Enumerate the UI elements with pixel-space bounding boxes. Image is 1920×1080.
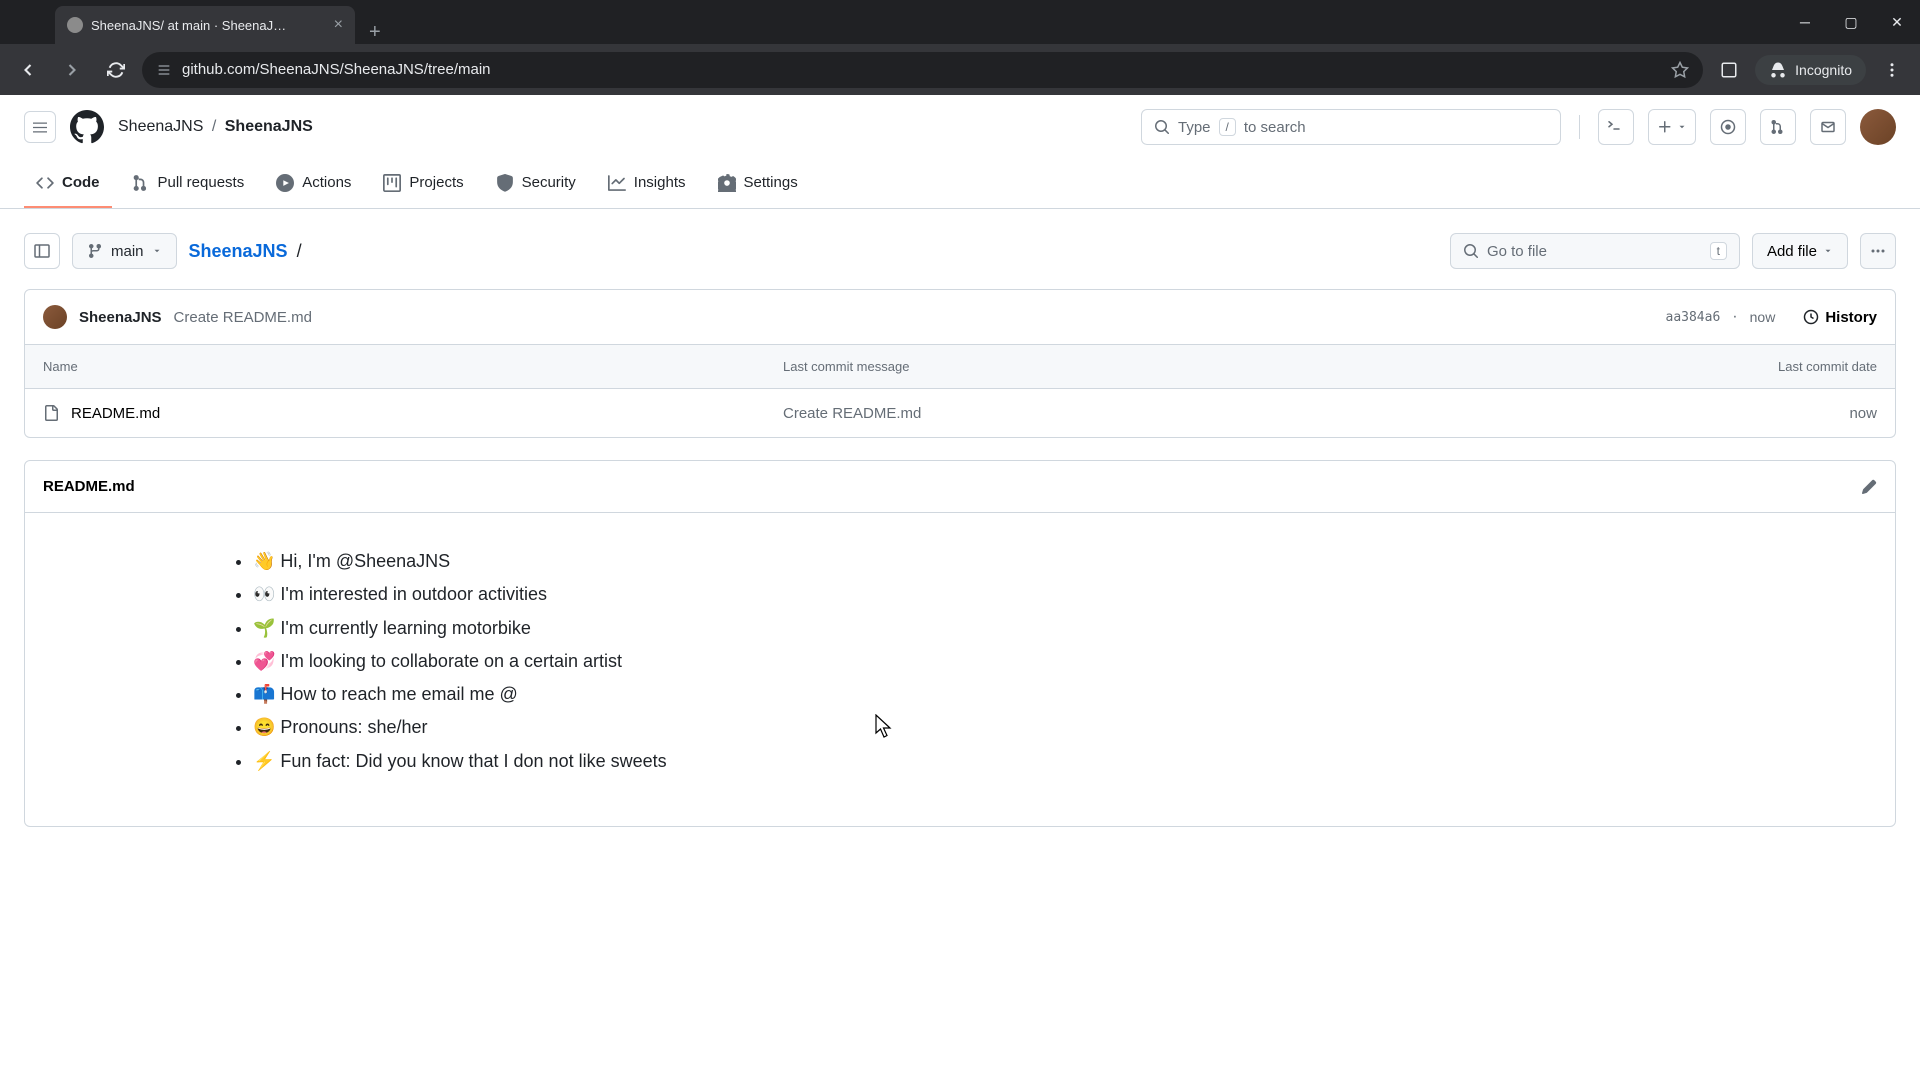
chevron-down-icon [1823,246,1833,256]
readme-list-item: 👀 I'm interested in outdoor activities [253,578,1847,611]
commit-author-avatar[interactable] [43,305,67,329]
branch-selector[interactable]: main [72,233,177,269]
readme-list-item: 💞️ I'm looking to collaborate on a certa… [253,645,1847,678]
tab-title: SheenaJNS/ at main · SheenaJ… [91,18,326,33]
goto-file-input[interactable]: Go to file t [1450,233,1740,269]
repo-path: SheenaJNS / [189,241,306,262]
add-dropdown-button[interactable] [1648,109,1696,145]
search-icon [1463,243,1479,259]
more-options-button[interactable] [1860,233,1896,269]
col-msg-header: Last commit message [783,359,1677,374]
sidebar-toggle-button[interactable] [24,233,60,269]
url-text: github.com/SheenaJNS/SheenaJNS/tree/main [182,61,1661,78]
file-commit-msg-link[interactable]: Create README.md [783,405,1677,422]
commit-sha[interactable]: aa384a6 [1666,310,1721,325]
tab-actions[interactable]: Actions [264,160,363,208]
commit-author-link[interactable]: SheenaJNS [79,309,162,326]
readme-list-item: 👋 Hi, I'm @SheenaJNS [253,545,1847,578]
breadcrumb-repo[interactable]: SheenaJNS [225,118,313,135]
repo-content: main SheenaJNS / Go to file t Add file [0,209,1920,851]
breadcrumb: SheenaJNS / SheenaJNS [118,118,313,136]
github-header: SheenaJNS / SheenaJNS Type / to search [0,95,1920,159]
incognito-badge[interactable]: Incognito [1755,55,1866,85]
file-table-header: Name Last commit message Last commit dat… [25,345,1895,389]
extensions-button[interactable] [1711,52,1747,88]
window-minimize-button[interactable]: ─ [1782,0,1828,44]
readme-list-item: 😄 Pronouns: she/her [253,711,1847,744]
file-row[interactable]: README.md Create README.md now [25,389,1895,437]
add-file-button[interactable]: Add file [1752,233,1848,269]
readme-panel: README.md 👋 Hi, I'm @SheenaJNS👀 I'm inte… [24,460,1896,827]
repo-path-link[interactable]: SheenaJNS [189,241,288,261]
browser-tab[interactable]: SheenaJNS/ at main · SheenaJ… × [55,6,355,44]
file-table: Name Last commit message Last commit dat… [24,345,1896,438]
search-input[interactable]: Type / to search [1141,109,1561,145]
file-commit-date: now [1677,405,1877,422]
readme-list-item: 📫 How to reach me email me @ [253,678,1847,711]
search-placeholder-pre: Type [1178,119,1211,136]
tab-security[interactable]: Security [484,160,588,208]
commit-message-link[interactable]: Create README.md [174,309,312,326]
address-bar: github.com/SheenaJNS/SheenaJNS/tree/main… [0,44,1920,95]
git-branch-icon [87,243,103,259]
readme-body: 👋 Hi, I'm @SheenaJNS👀 I'm interested in … [25,513,1895,826]
window-close-button[interactable]: ✕ [1874,0,1920,44]
tab-pull-requests[interactable]: Pull requests [120,160,257,208]
tab-insights[interactable]: Insights [596,160,698,208]
new-tab-button[interactable]: + [355,21,395,44]
browser-chrome: SheenaJNS/ at main · SheenaJ… × + ─ ▢ ✕ … [0,0,1920,95]
nav-back-button[interactable] [10,52,46,88]
search-icon [1154,119,1170,135]
col-name-header: Name [43,359,783,374]
tab-close-icon[interactable]: × [334,16,343,34]
col-date-header: Last commit date [1677,359,1877,374]
site-settings-icon[interactable] [156,62,172,78]
readme-list-item: 🌱 I'm currently learning motorbike [253,612,1847,645]
github-logo-icon[interactable] [70,110,104,144]
pull-requests-button[interactable] [1760,109,1796,145]
readme-header: README.md [25,461,1895,513]
url-bar[interactable]: github.com/SheenaJNS/SheenaJNS/tree/main [142,52,1703,88]
latest-commit-bar: SheenaJNS Create README.md aa384a6 · now… [24,289,1896,345]
edit-readme-button[interactable] [1861,479,1877,495]
search-placeholder-post: to search [1244,119,1306,136]
commit-time: now [1750,309,1776,325]
chevron-down-icon [152,246,162,256]
bookmark-star-icon[interactable] [1671,61,1689,79]
hamburger-button[interactable] [24,111,56,143]
tab-settings[interactable]: Settings [706,160,810,208]
window-maximize-button[interactable]: ▢ [1828,0,1874,44]
pencil-icon [1861,479,1877,495]
incognito-label: Incognito [1795,62,1852,78]
user-avatar[interactable] [1860,109,1896,145]
command-palette-button[interactable] [1598,109,1634,145]
tab-bar: SheenaJNS/ at main · SheenaJ… × + ─ ▢ ✕ [0,0,1920,44]
readme-list-item: ⚡ Fun fact: Did you know that I don not … [253,745,1847,778]
notifications-button[interactable] [1810,109,1846,145]
file-icon [43,405,59,421]
tab-code[interactable]: Code [24,160,112,208]
tab-projects[interactable]: Projects [371,160,475,208]
search-kbd: / [1219,118,1236,136]
browser-menu-button[interactable] [1874,52,1910,88]
readme-filename[interactable]: README.md [43,478,135,495]
github-page: SheenaJNS / SheenaJNS Type / to search [0,95,1920,1080]
file-name-link[interactable]: README.md [71,405,160,422]
history-button[interactable]: History [1803,309,1877,326]
tab-favicon [67,17,83,33]
repo-nav: Code Pull requests Actions Projects Secu… [0,159,1920,209]
repo-toolbar: main SheenaJNS / Go to file t Add file [24,233,1896,269]
nav-forward-button[interactable] [54,52,90,88]
nav-reload-button[interactable] [98,52,134,88]
history-icon [1803,309,1819,325]
breadcrumb-owner[interactable]: SheenaJNS [118,118,203,135]
issues-button[interactable] [1710,109,1746,145]
